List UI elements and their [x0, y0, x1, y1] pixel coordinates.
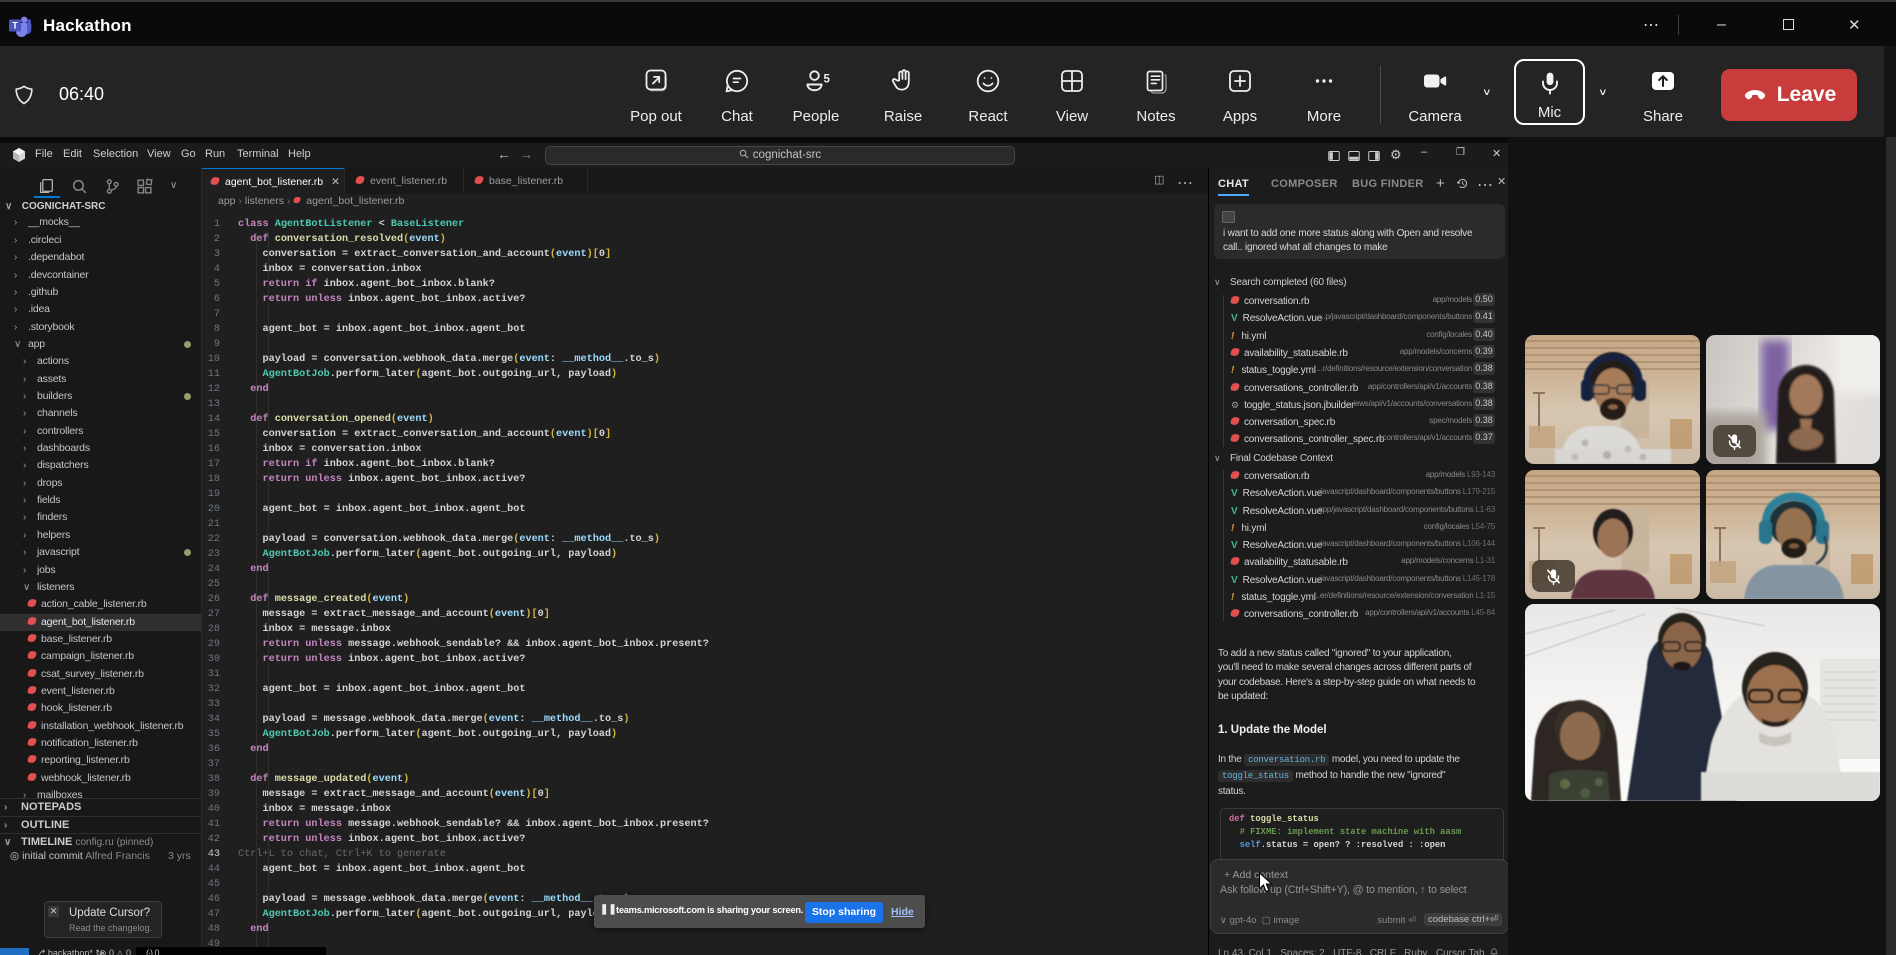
svg-text:T: T: [12, 21, 18, 31]
svg-text:5: 5: [824, 74, 831, 86]
